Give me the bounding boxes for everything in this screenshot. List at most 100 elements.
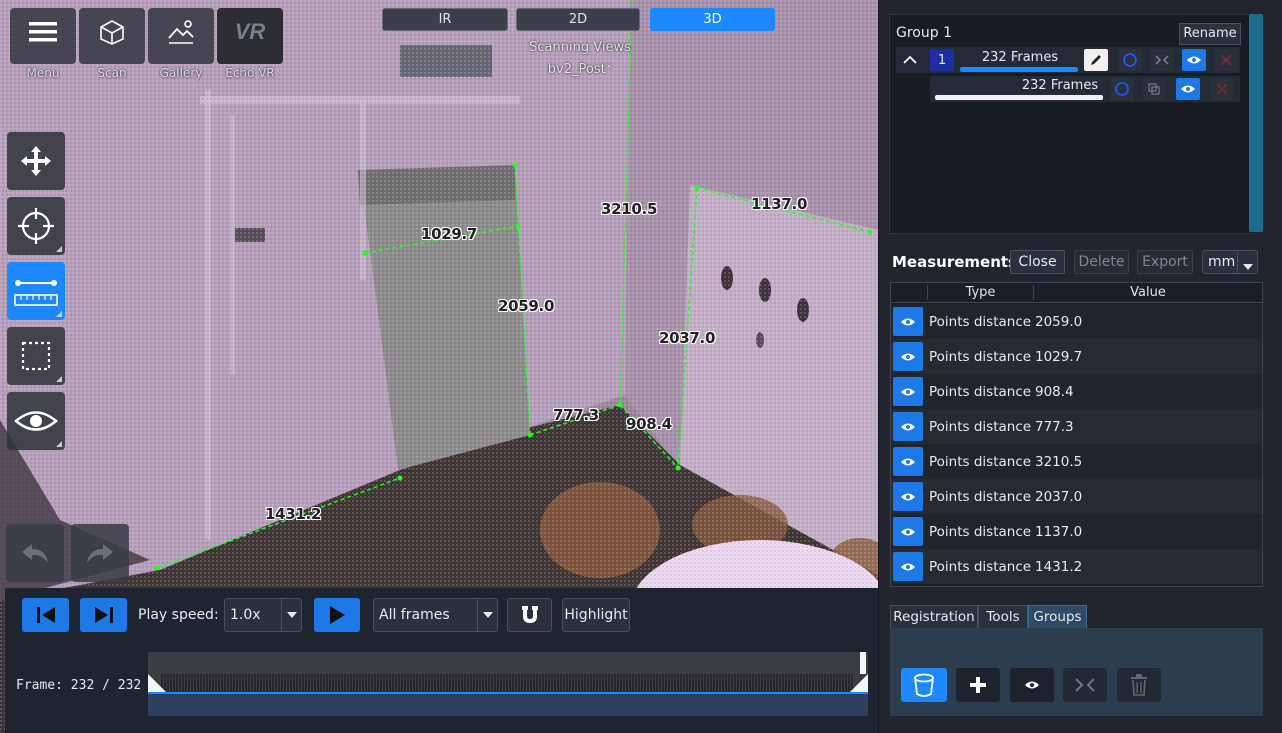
- tab-tools[interactable]: Tools: [978, 605, 1028, 629]
- measure-label[interactable]: 2037.0: [659, 329, 715, 347]
- rename-button[interactable]: Rename: [1179, 23, 1241, 45]
- play-icon: [330, 606, 345, 624]
- frame-timeline[interactable]: [148, 652, 868, 716]
- merge-groups-button[interactable]: [1063, 668, 1107, 702]
- column-header-value: Value: [1033, 285, 1262, 300]
- groups-tree: Group 1 Rename 1 232 Frames 232 Frames: [889, 14, 1259, 234]
- skip-to-end-button[interactable]: [80, 598, 127, 632]
- ruler-measure-icon: [14, 280, 58, 306]
- subgroup-row[interactable]: 232 Frames: [930, 76, 1240, 102]
- group-visibility-button[interactable]: [1010, 668, 1054, 702]
- measure-label[interactable]: 3210.5: [601, 200, 657, 218]
- row-visibility-eye-icon[interactable]: [893, 552, 923, 581]
- undo-button[interactable]: [6, 524, 64, 582]
- collapse-chevron-icon[interactable]: [898, 49, 922, 71]
- measure-label[interactable]: 2059.0: [498, 297, 554, 315]
- undo-arrow-icon: [22, 544, 48, 563]
- visibility-eye-icon[interactable]: [1176, 78, 1200, 100]
- row-value: 777.3: [1035, 419, 1074, 435]
- unit-select[interactable]: mm: [1202, 250, 1258, 274]
- frames-filter-select[interactable]: All frames: [373, 598, 498, 632]
- bucket-icon: [914, 673, 934, 697]
- row-visibility-eye-icon[interactable]: [893, 412, 923, 441]
- table-row[interactable]: Points distance 1137.0: [891, 514, 1262, 549]
- group-row[interactable]: 1 232 Frames: [896, 47, 1240, 73]
- gallery-button[interactable]: Gallery: [148, 8, 214, 80]
- delete-x-icon[interactable]: [1210, 78, 1234, 100]
- delete-button[interactable]: Delete: [1074, 250, 1129, 274]
- measurements-table: Type Value Points distance 2059.0 Points…: [890, 282, 1263, 587]
- plus-icon: [970, 677, 986, 693]
- edit-pencil-icon[interactable]: [1084, 49, 1108, 71]
- table-row[interactable]: Points distance 3210.5: [891, 444, 1262, 479]
- row-visibility-eye-icon[interactable]: [893, 342, 923, 371]
- measure-label[interactable]: 1431.2: [265, 505, 321, 523]
- measure-label[interactable]: 1029.7: [421, 225, 477, 243]
- play-button[interactable]: [314, 598, 360, 632]
- add-group-button[interactable]: [956, 668, 1000, 702]
- group-title: Group 1: [896, 25, 952, 41]
- visibility-eye-icon[interactable]: [1182, 49, 1206, 71]
- submenu-indicator: [56, 311, 62, 317]
- row-type: Points distance: [929, 384, 1032, 400]
- target-tool-button[interactable]: [7, 197, 65, 255]
- merge-icon[interactable]: [1150, 49, 1174, 71]
- skip-to-start-button[interactable]: [22, 598, 69, 632]
- row-visibility-eye-icon[interactable]: [893, 482, 923, 511]
- circle-icon[interactable]: [1110, 78, 1134, 100]
- table-row[interactable]: Points distance 908.4: [891, 374, 1262, 409]
- row-value: 2059.0: [1035, 314, 1083, 330]
- close-button[interactable]: Close: [1010, 250, 1065, 274]
- row-type: Points distance: [929, 489, 1032, 505]
- measurements-title: Measurements: [892, 253, 1017, 271]
- visibility-tool-button[interactable]: [7, 392, 65, 450]
- table-row[interactable]: Points distance 2037.0: [891, 479, 1262, 514]
- tab-3d[interactable]: 3D: [650, 8, 775, 31]
- gallery-label: Gallery: [159, 66, 203, 80]
- tab-ir[interactable]: IR: [382, 8, 508, 31]
- scan-button[interactable]: Scan: [79, 8, 145, 80]
- row-visibility-eye-icon[interactable]: [893, 307, 923, 336]
- play-speed-select[interactable]: 1.0x: [224, 598, 302, 632]
- menu-label: Menu: [26, 66, 60, 80]
- move-tool-button[interactable]: [7, 132, 65, 190]
- measure-tool-button[interactable]: [7, 262, 65, 320]
- measure-label[interactable]: 1137.0: [751, 195, 807, 213]
- measure-label[interactable]: 908.4: [626, 415, 672, 433]
- delete-x-icon[interactable]: [1214, 49, 1238, 71]
- scan-label: Scan: [97, 66, 127, 80]
- row-type: Points distance: [929, 454, 1032, 470]
- tab-groups[interactable]: Groups: [1028, 605, 1087, 629]
- measure-label[interactable]: 777.3: [553, 406, 599, 424]
- row-value: 1431.2: [1035, 559, 1083, 575]
- table-row[interactable]: Points distance 1029.7: [891, 339, 1262, 374]
- tab-2d[interactable]: 2D: [516, 8, 640, 31]
- table-row[interactable]: Points distance 777.3: [891, 409, 1262, 444]
- row-value: 908.4: [1035, 384, 1074, 400]
- table-row[interactable]: Points distance 1431.2: [891, 549, 1262, 584]
- menu-button[interactable]: Menu: [10, 8, 76, 80]
- row-visibility-eye-icon[interactable]: [893, 447, 923, 476]
- timeline-playhead[interactable]: [860, 652, 866, 674]
- row-visibility-eye-icon[interactable]: [893, 517, 923, 546]
- transform-icon[interactable]: [1142, 78, 1166, 100]
- circle-icon[interactable]: [1118, 49, 1142, 71]
- groups-scrollbar[interactable]: [1249, 14, 1263, 232]
- export-button[interactable]: Export: [1137, 250, 1193, 274]
- magnet-icon: [521, 606, 538, 624]
- group-bucket-button[interactable]: [901, 668, 947, 702]
- play-speed-label: Play speed:: [138, 607, 219, 623]
- redo-button[interactable]: [71, 524, 129, 582]
- echo-vr-button[interactable]: VR Echo VR: [217, 8, 283, 80]
- submenu-indicator: [56, 441, 62, 447]
- table-row[interactable]: Points distance 2059.0: [891, 304, 1262, 339]
- vr-icon: VR: [217, 16, 283, 48]
- eye-icon: [1025, 681, 1039, 689]
- highlight-button[interactable]: Highlight: [562, 598, 630, 632]
- row-visibility-eye-icon[interactable]: [893, 377, 923, 406]
- delete-group-button[interactable]: [1117, 668, 1161, 702]
- select-tool-button[interactable]: [7, 327, 65, 385]
- magnet-button[interactable]: [507, 598, 552, 632]
- row-value: 2037.0: [1035, 489, 1083, 505]
- tab-registration[interactable]: Registration: [890, 605, 978, 629]
